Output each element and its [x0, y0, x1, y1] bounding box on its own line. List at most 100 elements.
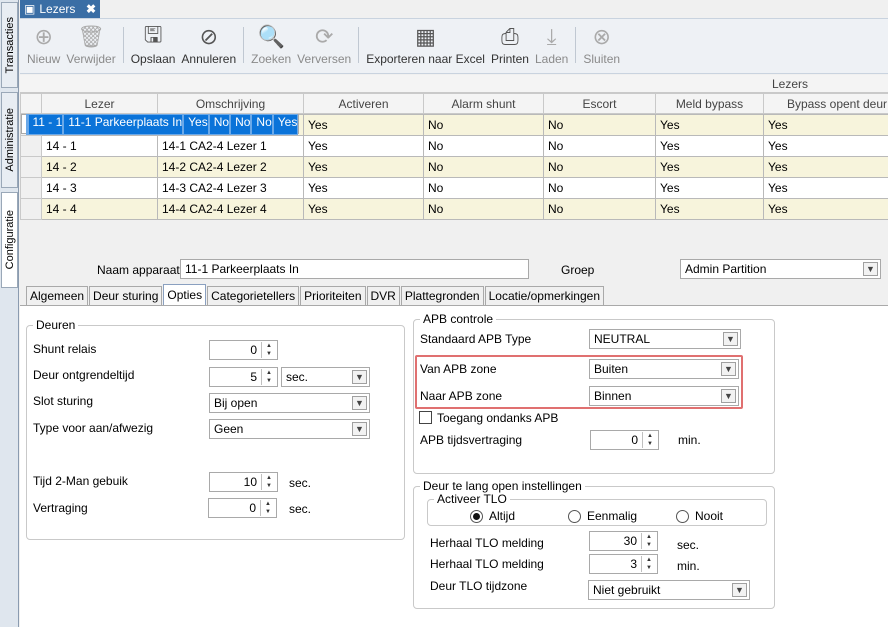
- table-cell[interactable]: Yes: [763, 177, 888, 199]
- tab-deur-sturing[interactable]: Deur sturing: [89, 286, 163, 305]
- table-cell[interactable]: 14-2 CA2-4 Lezer 2: [157, 156, 304, 178]
- column-header[interactable]: Bypass opent deur: [763, 93, 888, 114]
- table-cell[interactable]: No: [208, 113, 231, 135]
- access-despite-apb-checkbox[interactable]: [419, 411, 432, 424]
- table-cell[interactable]: No: [543, 177, 656, 199]
- spinner-arrows-icon[interactable]: ▲ ▼: [641, 556, 656, 572]
- table-cell[interactable]: Yes: [303, 198, 424, 220]
- presence-type-select[interactable]: Geen ▼: [209, 419, 370, 439]
- table-row[interactable]: 14 - 4 14-4 CA2-4 Lezer 4 Yes No No Yes Yes: [20, 198, 888, 220]
- column-header[interactable]: Alarm shunt: [423, 93, 544, 114]
- table-cell[interactable]: Yes: [272, 113, 299, 135]
- spinner-arrows-icon[interactable]: ▲ ▼: [261, 369, 276, 385]
- table-cell[interactable]: Yes: [183, 113, 209, 135]
- table-row[interactable]: 14 - 2 14-2 CA2-4 Lezer 2 Yes No No Yes Yes: [20, 156, 888, 178]
- device-name-input[interactable]: 11-1 Parkeerplaats In: [180, 259, 529, 279]
- table-cell[interactable]: No: [423, 177, 544, 199]
- table-cell[interactable]: No: [423, 114, 544, 136]
- spinner-arrows-icon[interactable]: ▲ ▼: [260, 500, 275, 516]
- table-cell[interactable]: Yes: [303, 114, 424, 136]
- table-cell[interactable]: Yes: [763, 114, 888, 136]
- column-header[interactable]: Lezer: [41, 93, 158, 114]
- spinner-arrows-icon[interactable]: ▲ ▼: [642, 432, 657, 448]
- two-man-spinner[interactable]: 10 ▲ ▼: [209, 472, 278, 492]
- row-indicator[interactable]: [20, 156, 42, 178]
- tab-plattegronden[interactable]: Plattegronden: [400, 286, 484, 305]
- tab-opties[interactable]: Opties: [163, 284, 207, 305]
- tab-prioriteiten[interactable]: Prioriteiten: [300, 286, 366, 305]
- table-cell[interactable]: No: [251, 113, 273, 135]
- table-cell[interactable]: Yes: [655, 198, 764, 220]
- table-row[interactable]: 14 - 1 14-1 CA2-4 Lezer 1 Yes No No Yes Yes: [20, 135, 888, 157]
- close-button[interactable]: ⊗ Sluiten: [580, 19, 623, 73]
- apb-type-select[interactable]: NEUTRAL ▼: [589, 329, 741, 349]
- vtab-transacties[interactable]: Transacties: [1, 2, 18, 88]
- refresh-button[interactable]: ⟳ Verversen: [294, 19, 354, 73]
- table-cell[interactable]: Yes: [763, 198, 888, 220]
- table-cell[interactable]: 14-1 CA2-4 Lezer 1: [157, 135, 304, 157]
- table-cell[interactable]: 11 - 1: [27, 113, 64, 135]
- table-cell[interactable]: Yes: [655, 156, 764, 178]
- group-select[interactable]: Admin Partition ▼: [680, 259, 881, 279]
- table-cell[interactable]: Yes: [655, 114, 764, 136]
- table-cell[interactable]: 11-1 Parkeerplaats In: [63, 113, 184, 135]
- repeat-tlo-spinner-2[interactable]: 3 ▲ ▼: [589, 554, 658, 574]
- table-cell[interactable]: 14-3 CA2-4 Lezer 3: [157, 177, 304, 199]
- lock-control-select[interactable]: Bij open ▼: [209, 393, 370, 413]
- column-header[interactable]: Meld bypass: [655, 93, 764, 114]
- table-cell[interactable]: 14 - 2: [41, 156, 158, 178]
- table-cell[interactable]: No: [423, 156, 544, 178]
- delay-spinner[interactable]: 0 ▲ ▼: [208, 498, 277, 518]
- tab-categorietellers[interactable]: Categorietellers: [207, 286, 300, 305]
- table-cell[interactable]: 14 - 4: [41, 198, 158, 220]
- spinner-arrows-icon[interactable]: ▲ ▼: [641, 533, 656, 549]
- table-cell[interactable]: No: [543, 114, 656, 136]
- table-cell[interactable]: Yes: [763, 156, 888, 178]
- column-header[interactable]: Escort: [543, 93, 656, 114]
- radio-altijd[interactable]: Altijd: [470, 509, 515, 523]
- new-button[interactable]: ⊕ Nieuw: [24, 19, 63, 73]
- export-excel-button[interactable]: ▦ Exporteren naar Excel: [363, 19, 488, 73]
- row-indicator[interactable]: [20, 198, 42, 220]
- radio-nooit[interactable]: Nooit: [676, 509, 723, 523]
- unlock-time-unit-select[interactable]: sec. ▼: [281, 367, 370, 387]
- table-cell[interactable]: No: [543, 135, 656, 157]
- delete-button[interactable]: 🗑 Verwijder: [63, 19, 118, 73]
- tlo-timezone-select[interactable]: Niet gebruikt ▼: [588, 580, 750, 600]
- apb-to-select[interactable]: Binnen ▼: [589, 386, 739, 406]
- table-cell[interactable]: 14 - 1: [41, 135, 158, 157]
- table-row[interactable]: 11 - 1 11-1 Parkeerplaats In Yes No No No Yes: [20, 113, 300, 135]
- tab-dvr[interactable]: DVR: [366, 286, 400, 305]
- table-cell[interactable]: No: [543, 156, 656, 178]
- apb-delay-spinner[interactable]: 0 ▲ ▼: [590, 430, 659, 450]
- radio-eenmalig[interactable]: Eenmalig: [568, 509, 637, 523]
- table-cell[interactable]: Yes: [303, 135, 424, 157]
- table-cell[interactable]: Yes: [655, 135, 764, 157]
- load-button[interactable]: ⤓ Laden: [532, 19, 571, 73]
- table-row[interactable]: 14 - 3 14-3 CA2-4 Lezer 3 Yes No No Yes Yes: [20, 177, 888, 199]
- table-cell[interactable]: Yes: [303, 156, 424, 178]
- spinner-arrows-icon[interactable]: ▲ ▼: [261, 474, 276, 490]
- table-cell[interactable]: 14-4 CA2-4 Lezer 4: [157, 198, 304, 220]
- tab-locatie-opmerkingen[interactable]: Locatie/opmerkingen: [484, 286, 604, 305]
- repeat-tlo-spinner-1[interactable]: 30 ▲ ▼: [589, 531, 658, 551]
- search-button[interactable]: 🔍 Zoeken: [248, 19, 294, 73]
- document-tab-lezers[interactable]: ▣ Lezers ✖: [20, 0, 100, 18]
- table-cell[interactable]: Yes: [763, 135, 888, 157]
- row-indicator[interactable]: [20, 135, 42, 157]
- shunt-relay-spinner[interactable]: 0 ▲ ▼: [209, 340, 278, 360]
- cancel-button[interactable]: ⊘ Annuleren: [178, 19, 239, 73]
- table-cell[interactable]: No: [543, 198, 656, 220]
- table-cell[interactable]: No: [423, 135, 544, 157]
- row-indicator[interactable]: [20, 177, 42, 199]
- spinner-arrows-icon[interactable]: ▲ ▼: [261, 342, 276, 358]
- print-button[interactable]: ⎙ Printen: [488, 19, 532, 73]
- table-cell[interactable]: No: [230, 113, 252, 135]
- table-cell[interactable]: 14 - 3: [41, 177, 158, 199]
- vtab-administratie[interactable]: Administratie: [1, 92, 18, 188]
- table-cell[interactable]: Yes: [303, 177, 424, 199]
- table-cell[interactable]: No: [423, 198, 544, 220]
- apb-from-select[interactable]: Buiten ▼: [589, 359, 739, 379]
- save-button[interactable]: 🖫 Opslaan: [128, 19, 179, 73]
- unlock-time-spinner[interactable]: 5 ▲ ▼: [209, 367, 278, 387]
